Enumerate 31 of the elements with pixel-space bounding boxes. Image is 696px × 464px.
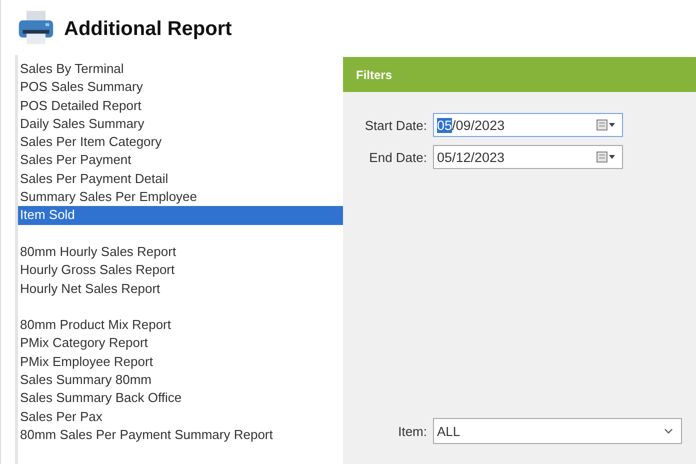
report-list-item[interactable]: Sales Summary 80mm (18, 371, 343, 390)
report-list-item[interactable]: Summary Sales Per Employee (18, 188, 343, 206)
item-dropdown[interactable]: ALL (433, 418, 682, 444)
date-field[interactable]: 05/09/2023 (433, 113, 623, 137)
chevron-down-icon[interactable] (664, 428, 673, 434)
report-list-item[interactable]: PMix Employee Report (18, 352, 343, 372)
report-list-item[interactable]: Hourly Gross Sales Report (18, 261, 343, 280)
report-list-item[interactable]: POS Detailed Report (18, 96, 343, 115)
report-list-item[interactable]: Sales Per Pax (18, 408, 343, 426)
report-list-item[interactable]: 80mm Hourly Sales Report (18, 242, 343, 262)
printer-icon (17, 8, 55, 46)
date-field[interactable]: 05/12/2023 (433, 145, 623, 169)
date-label: Start Date: (364, 118, 428, 132)
calendar-dropdown-icon[interactable] (596, 119, 616, 131)
report-list-item[interactable]: Sales Per Payment Detail (18, 170, 343, 188)
filters-header: Filters (343, 57, 696, 92)
report-list-item[interactable]: PMix Category Report (18, 334, 343, 353)
report-list-item[interactable]: Hourly Net Sales Report (18, 280, 343, 298)
page-title: Additional Report (64, 18, 232, 41)
report-list-item[interactable]: Sales Per Payment (18, 151, 343, 170)
report-list-item[interactable]: Sales By Terminal (18, 60, 343, 78)
report-list-item[interactable]: Item Sold (18, 206, 343, 225)
report-list-item[interactable]: Daily Sales Summary (18, 114, 343, 134)
report-list-item[interactable]: Sales Summary Back Office (18, 389, 343, 408)
report-list-item[interactable]: Sales Per Item Category (18, 133, 343, 152)
report-list-item[interactable]: 80mm Sales Per Payment Summary Report (18, 426, 343, 444)
calendar-dropdown-icon[interactable] (596, 151, 616, 163)
report-list-item[interactable]: POS Sales Summary (18, 78, 343, 97)
item-label: Item: (397, 424, 428, 438)
report-list-item[interactable]: 80mm Product Mix Report (18, 316, 343, 334)
date-label: End Date: (368, 150, 428, 164)
